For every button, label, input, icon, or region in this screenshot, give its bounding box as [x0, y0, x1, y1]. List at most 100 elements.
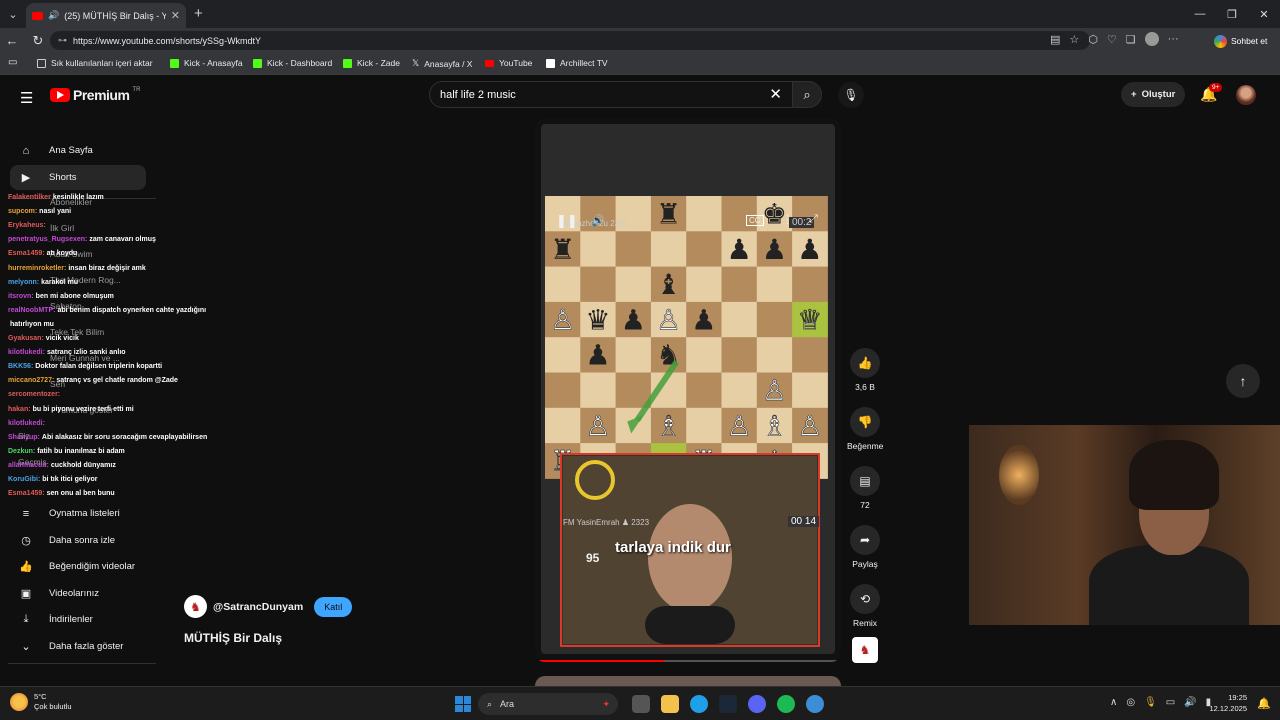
board-square [650, 231, 687, 268]
like-button[interactable]: 👍 3,6 B [847, 348, 883, 392]
reload-icon[interactable]: ↻ [26, 33, 50, 49]
profile-icon[interactable] [1144, 32, 1159, 46]
chess-piece: ♗ [762, 409, 787, 442]
chat-text: bi tık itici geliyor [42, 476, 98, 483]
bookmark-x[interactable]: 𝕏 Anasayfa / X [412, 58, 472, 69]
captions-icon[interactable]: CC [746, 215, 764, 226]
sidebar-item-ana-sayfa[interactable]: ⌂ Ana Sayfa [10, 138, 146, 163]
sidebar-item-6[interactable]: ⌄ Daha fazla göster [10, 634, 146, 659]
board-square [615, 231, 652, 268]
chess-piece: ♟ [585, 339, 610, 372]
sidebar-item-1[interactable]: ≡ Oynatma listeleri [10, 501, 146, 526]
chat-text: satranç izlio sanki anlıo [46, 349, 126, 357]
browser-essentials-icon[interactable]: ♡ [1107, 33, 1117, 46]
minimize-icon[interactable]: — [1184, 0, 1216, 28]
search-input[interactable]: half life 2 music ✕ [429, 81, 793, 108]
chat-username: Falakentilker [8, 194, 51, 201]
youtube-premium-logo[interactable]: Premium TR [50, 87, 140, 103]
comments-button[interactable]: ▤ 72 [847, 466, 883, 510]
sidebar-item-3[interactable]: 👍 Beğendiğim videolar [10, 554, 146, 579]
start-button[interactable] [455, 696, 471, 712]
copilot-chat-button[interactable]: Sohbet et [1214, 32, 1267, 50]
shorts-video-player[interactable]: ♜♚♜♟♟♟♝♙♛♟♙♟♕♟♞♙♙♗♙♗♙♖♖♔ Shenzhen2u 2311… [535, 118, 841, 662]
sidebar-item-shorts[interactable]: ▶ Shorts [10, 165, 146, 190]
chat-username: Esma1459: [8, 490, 45, 498]
file-explorer-icon[interactable] [661, 695, 679, 713]
collections-icon[interactable]: ❏ [1126, 33, 1136, 46]
video-progress-track[interactable] [539, 660, 837, 662]
network-icon[interactable]: ▭ [1166, 697, 1175, 708]
chess-piece: ♟ [727, 233, 752, 266]
taskbar-search[interactable]: ⌕ Ara ✦ [478, 693, 618, 715]
voice-search-button[interactable]: 🎙 [838, 82, 864, 108]
notification-center-icon[interactable]: 🔔 [1257, 697, 1271, 710]
bookmark-sidebar-icon[interactable]: ▭ [8, 57, 17, 68]
account-avatar[interactable] [1236, 85, 1256, 105]
audio-playing-icon[interactable]: 🔊 [48, 10, 59, 21]
bookmark-kick-home[interactable]: Kick - Anasayfa [170, 58, 243, 68]
search-button[interactable]: ⌕ [792, 81, 822, 108]
remix-button[interactable]: ⟲ Remix [847, 584, 883, 628]
dislike-button[interactable]: 👎 Beğenme [847, 407, 883, 451]
board-square [792, 337, 828, 373]
new-tab-button[interactable]: + [194, 5, 203, 22]
extensions-icon[interactable]: ⬡ [1088, 33, 1098, 46]
tray-overflow-icon[interactable]: ∧ [1110, 697, 1117, 708]
bookmark-youtube[interactable]: YouTube [485, 58, 532, 68]
channel-name[interactable]: @SatrancDunyam [213, 601, 303, 613]
pause-icon[interactable]: ❚❚ [556, 213, 578, 229]
volume-icon[interactable]: 🔊 [591, 214, 605, 227]
sidebar-item-5[interactable]: ⤓ İndirilenler [10, 607, 146, 632]
fullscreen-icon[interactable]: ⤢ [809, 213, 818, 226]
close-tab-icon[interactable]: ✕ [171, 9, 180, 22]
tab-actions-menu-icon[interactable]: ⌄ [0, 0, 26, 28]
create-button[interactable]: + Oluştur [1121, 82, 1186, 107]
edge-icon[interactable] [690, 695, 708, 713]
taskbar-search-label: Ara [500, 699, 515, 709]
menu-icon[interactable]: ☰ [20, 89, 33, 107]
back-icon[interactable]: ← [0, 33, 24, 48]
spotify-icon[interactable] [777, 695, 795, 713]
clear-search-icon[interactable]: ✕ [769, 85, 782, 103]
board-square [721, 337, 758, 373]
task-view-icon[interactable] [632, 695, 650, 713]
sidebar-item-label: Daha fazla göster [49, 641, 124, 652]
chat-message: penetratyus_Rugsexen: zam canavarı olmuş [8, 236, 156, 244]
sidebar-subscription-item[interactable]: İlk Girl [50, 223, 74, 233]
more-options-icon[interactable]: ⋮ [782, 213, 793, 226]
bookmark-import[interactable]: Sık kullanılanları içeri aktar [37, 58, 153, 68]
channel-avatar[interactable]: ♞ [184, 595, 207, 618]
clock[interactable]: 19:25 12.12.2025 [1201, 693, 1247, 714]
chat-username: hakan: [8, 405, 31, 413]
sidebar-item-2[interactable]: ◷ Daha sonra izle [10, 528, 146, 553]
sidebar-item-4[interactable]: ▣ Videolarınız [10, 581, 146, 606]
tab-title: (25) MÜTHİŞ Bir Dalış - YouTu [64, 10, 166, 21]
steam-icon[interactable] [719, 695, 737, 713]
favorite-star-icon[interactable]: ☆ [1069, 33, 1079, 46]
like-icon: 👍 [19, 561, 33, 573]
bookmark-archillect[interactable]: Archillect TV [546, 58, 608, 68]
arrow-up-icon: ↑ [1239, 373, 1247, 389]
app-icon[interactable] [806, 695, 824, 713]
weather-widget[interactable]: 5°C Çok bulutlu [10, 692, 72, 712]
discord-icon[interactable] [748, 695, 766, 713]
speaker-icon[interactable]: 🔊 [1184, 697, 1196, 708]
browser-tab[interactable]: 🔊 (25) MÜTHİŞ Bir Dalış - YouTu ✕ [26, 3, 186, 28]
site-info-icon[interactable]: ⊶ [58, 35, 67, 46]
bookmark-kick-zade[interactable]: Kick - Zade [343, 58, 400, 68]
sound-thumbnail[interactable]: ♞ [847, 637, 883, 663]
mic-tray-icon[interactable]: 🎙 [1144, 697, 1157, 708]
tray-app-icon[interactable]: ◎ [1126, 697, 1135, 708]
url-field[interactable]: ⊶ https://www.youtube.com/shorts/ySSg-Wk… [50, 31, 1090, 50]
board-square [686, 196, 722, 232]
sidebar-divider [8, 663, 156, 664]
restore-icon[interactable]: ❐ [1216, 0, 1248, 28]
close-window-icon[interactable]: ✕ [1248, 0, 1280, 28]
bookmark-kick-dashboard[interactable]: Kick - Dashboard [253, 58, 332, 68]
join-button[interactable]: Katıl [314, 596, 353, 617]
more-menu-icon[interactable]: ··· [1168, 33, 1179, 45]
bookmark-label: Kick - Zade [357, 58, 400, 68]
previous-short-button[interactable]: ↑ [1226, 364, 1260, 398]
share-button[interactable]: ➦ Paylaş [847, 525, 883, 569]
read-mode-icon[interactable]: ▤ [1050, 33, 1060, 46]
